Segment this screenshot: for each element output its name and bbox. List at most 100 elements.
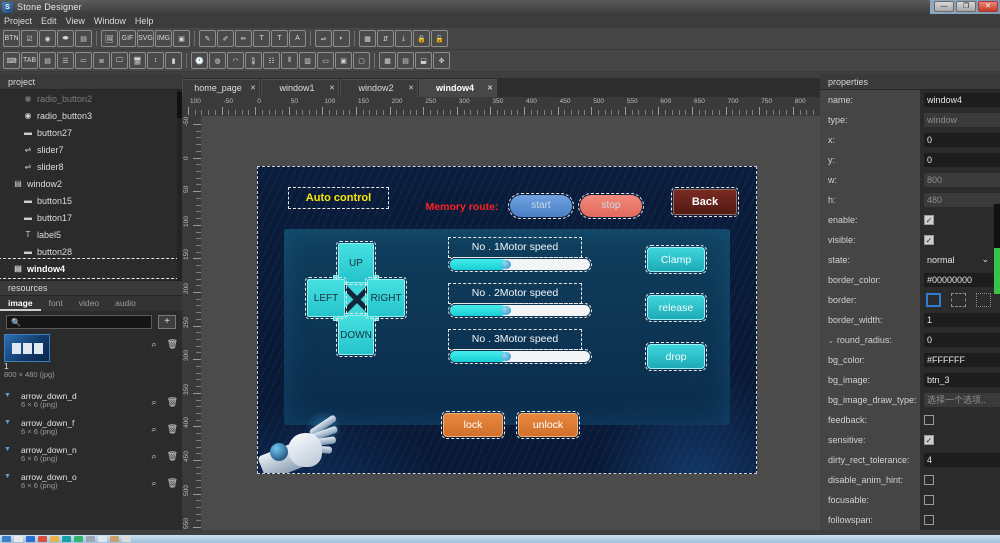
resource-tab-audio[interactable]: audio — [107, 296, 144, 311]
switch-widget-icon[interactable]: ⬬ — [57, 30, 74, 47]
border-style-option-3[interactable] — [976, 292, 991, 307]
table-widget-icon[interactable]: TAB — [21, 52, 38, 69]
delete-icon[interactable]: 🗑 — [167, 424, 178, 435]
button-widget-icon[interactable]: BTN — [3, 30, 20, 47]
editor-tab-window2[interactable]: window2 ✕ — [340, 79, 418, 97]
label-widget-icon[interactable]: T — [253, 30, 270, 47]
delete-icon[interactable]: 🗑 — [167, 339, 178, 350]
delete-icon[interactable]: 🗑 — [167, 397, 178, 408]
property-input[interactable]: 4 — [924, 452, 1000, 467]
minimize-button[interactable]: — — [934, 1, 954, 12]
dpad-down-button[interactable]: DOWN — [336, 313, 376, 357]
dial-widget-icon[interactable]: ◍ — [209, 52, 226, 69]
property-input[interactable]: 800 — [924, 172, 1000, 187]
editor-tab-window1[interactable]: window1 ✕ — [261, 79, 339, 97]
delete-icon[interactable]: 🗑 — [167, 451, 178, 462]
robot-arm-image[interactable] — [258, 401, 346, 473]
project-tree[interactable]: ◉ radio_button2 ◉ radio_button3 ▬ button27 ⇌ sl… — [0, 90, 182, 280]
motor-2-slider[interactable] — [448, 303, 592, 318]
motor-3-slider[interactable] — [448, 349, 592, 364]
tree-node-slider8[interactable]: ⇌ slider8 — [0, 158, 182, 175]
property-checkbox[interactable]: ✓ — [924, 234, 934, 245]
dpad-right-button[interactable]: RIGHT — [365, 277, 407, 319]
panel-widget-icon[interactable]: ▤ — [39, 52, 56, 69]
tree-node-image11[interactable]: ▭image11 — [0, 277, 182, 280]
motor-3-label[interactable]: No . 3Motor speed — [448, 329, 582, 350]
font-widget-icon[interactable]: A — [289, 30, 306, 47]
monitor-icon[interactable]: 🖥 — [129, 52, 146, 69]
motor-3-slider-knob[interactable] — [501, 352, 511, 361]
tree-node-radio_button2[interactable]: ◉ radio_button2 — [0, 90, 182, 107]
properties-scrollbar[interactable] — [994, 204, 1000, 294]
list-items-icon[interactable]: ≔ — [75, 52, 92, 69]
editor-tab-window4[interactable]: window4 ✕ — [419, 79, 497, 97]
dpad-up-button[interactable]: UP — [336, 241, 376, 285]
property-input[interactable]: 0 — [924, 132, 1000, 147]
menu-item-view[interactable]: View — [66, 16, 85, 26]
window-widget-icon[interactable]: ▤ — [75, 30, 92, 47]
columns-icon[interactable]: ⦀ — [281, 52, 298, 69]
ordered-list-icon[interactable]: ≣ — [93, 52, 110, 69]
taskbar-item[interactable] — [14, 536, 23, 542]
tree-node-label5[interactable]: Tlabel5 — [0, 226, 182, 243]
tree-node-window2[interactable]: ▤ window2 — [0, 175, 182, 192]
border-style-option-2[interactable] — [951, 292, 966, 307]
chevron-down-icon[interactable]: ⌄ — [828, 338, 837, 345]
equalizer-icon[interactable]: ⇵ — [377, 30, 394, 47]
menu-list-icon[interactable]: ☷ — [263, 52, 280, 69]
motor-1-slider[interactable] — [448, 257, 592, 272]
tree-node-window4[interactable]: ▤ window4 — [0, 258, 182, 279]
frame-icon[interactable]: ▢ — [353, 52, 370, 69]
taskbar-item[interactable] — [74, 536, 83, 542]
resource-list[interactable]: 1 800 × 480 (jpg) ⌕ 🗑 ▼ arrow_down_d 6 × 6 (pn… — [0, 333, 182, 501]
vscroll-icon[interactable]: ↕ — [147, 52, 164, 69]
border-style-option-1[interactable] — [926, 292, 941, 307]
edit-widget-icon[interactable]: ✎ — [199, 30, 216, 47]
lock-icon[interactable]: 🔒 — [413, 30, 430, 47]
menu-item-edit[interactable]: Edit — [41, 16, 57, 26]
unlock-icon[interactable]: 🔓 — [431, 30, 448, 47]
property-select[interactable]: normal ⌄ — [924, 252, 992, 267]
property-input[interactable]: 选择一个选项.. — [924, 392, 1000, 407]
listview-icon[interactable]: ☰ — [57, 52, 74, 69]
resource-item[interactable]: 1 800 × 480 (jpg) ⌕ 🗑 — [0, 333, 182, 391]
property-input[interactable]: 0 — [924, 332, 1000, 347]
progress-widget-icon[interactable]: ◐ — [333, 30, 350, 47]
tree-node-button17[interactable]: ▬ button17 — [0, 209, 182, 226]
tab-view-icon[interactable]: ▭ — [317, 52, 334, 69]
property-checkbox[interactable]: ✓ — [924, 214, 934, 225]
unlock-button[interactable]: unlock — [516, 411, 580, 439]
property-input[interactable]: #FFFFFF — [924, 352, 1000, 367]
taskbar-item[interactable] — [98, 536, 107, 542]
text-widget-icon[interactable]: T — [271, 30, 288, 47]
motor-1-slider-knob[interactable] — [501, 260, 511, 269]
close-icon[interactable]: ✕ — [408, 80, 414, 97]
delete-icon[interactable]: 🗑 — [167, 478, 178, 489]
taskbar-item[interactable] — [86, 536, 95, 542]
gif-widget-icon[interactable]: GIF — [119, 30, 136, 47]
property-checkbox[interactable]: ✓ — [924, 494, 934, 505]
tree-node-slider7[interactable]: ⇌ slider7 — [0, 141, 182, 158]
move-icon[interactable]: ✥ — [433, 52, 450, 69]
property-input[interactable]: window4 — [924, 92, 1000, 107]
tree-node-button15[interactable]: ▬ button15 — [0, 192, 182, 209]
stop-button[interactable]: stop — [578, 193, 644, 219]
drop-button[interactable]: drop — [645, 342, 707, 371]
zoom-icon[interactable]: ⌕ — [152, 339, 157, 350]
svg-widget-icon[interactable]: SVG — [137, 30, 154, 47]
slider-widget-icon[interactable]: ⇌ — [315, 30, 332, 47]
resource-tab-font[interactable]: font — [41, 296, 71, 311]
restore-button[interactable]: ❐ — [956, 1, 976, 12]
gauge-widget-icon[interactable]: ◠ — [227, 52, 244, 69]
image-list-icon[interactable]: ▣ — [173, 30, 190, 47]
thermometer-icon[interactable]: 🌡 — [245, 52, 262, 69]
resource-item[interactable]: ▼ arrow_down_f 6 × 6 (png) ⌕ 🗑 — [0, 418, 182, 445]
motor-1-label[interactable]: No . 1Motor speed — [448, 237, 582, 258]
radio-widget-icon[interactable]: ◉ — [39, 30, 56, 47]
menu-item-help[interactable]: Help — [135, 16, 154, 26]
property-checkbox[interactable]: ✓ — [924, 474, 934, 485]
add-resource-button[interactable]: + — [158, 315, 176, 329]
bar-widget-icon[interactable]: ▮ — [165, 52, 182, 69]
editor-tab-home_page[interactable]: home_page ✕ — [182, 79, 260, 97]
dpad-left-button[interactable]: LEFT — [305, 277, 347, 319]
